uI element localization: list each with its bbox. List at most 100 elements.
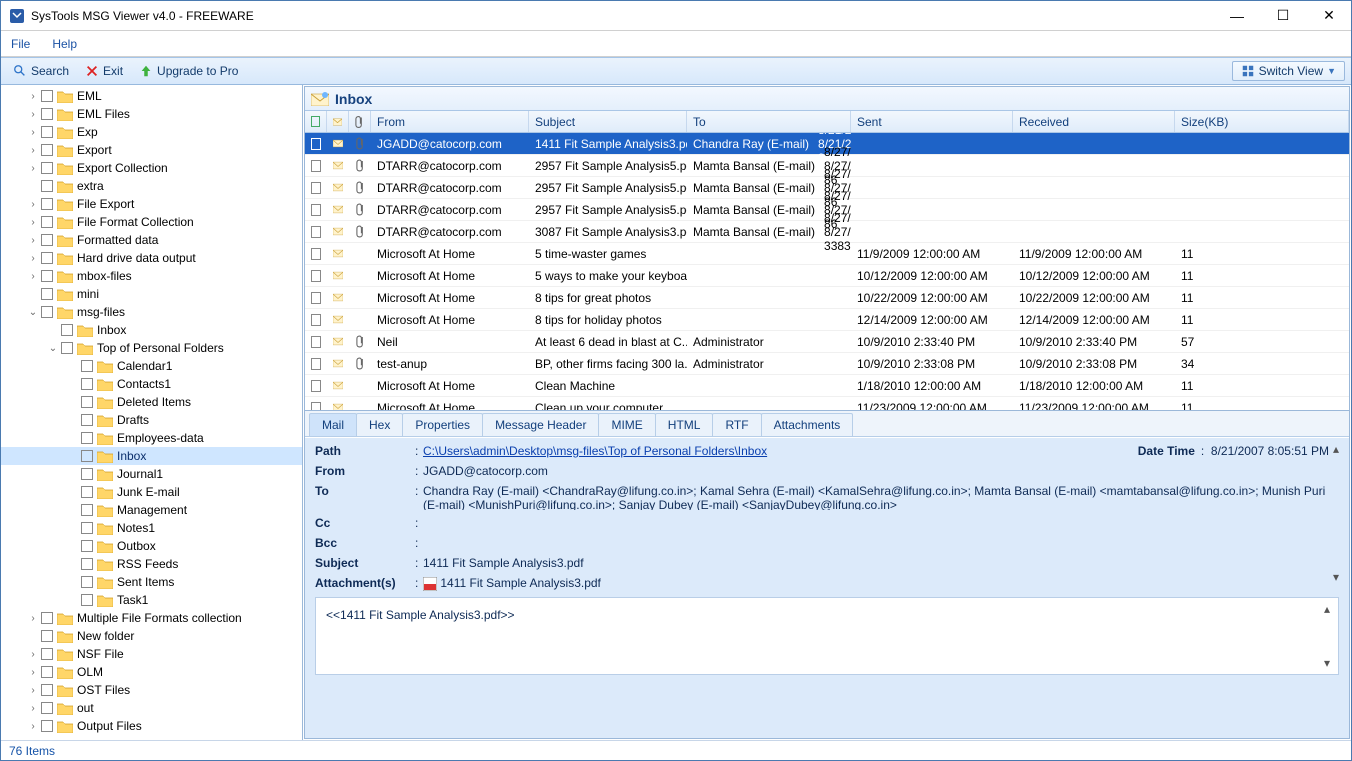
row-checkbox[interactable]: [311, 226, 321, 238]
expand-icon[interactable]: ⌄: [47, 343, 59, 354]
tree-item[interactable]: Deleted Items: [1, 393, 302, 411]
tree-checkbox[interactable]: [81, 486, 93, 498]
message-row[interactable]: Microsoft At Home8 tips for holiday phot…: [305, 309, 1349, 331]
tree-checkbox[interactable]: [81, 576, 93, 588]
tab-mail[interactable]: Mail: [309, 413, 357, 436]
row-checkbox[interactable]: [311, 160, 321, 172]
tab-hex[interactable]: Hex: [356, 413, 403, 436]
tree-checkbox[interactable]: [81, 468, 93, 480]
row-checkbox[interactable]: [311, 138, 321, 150]
tree-item[interactable]: RSS Feeds: [1, 555, 302, 573]
tree-checkbox[interactable]: [81, 360, 93, 372]
row-checkbox[interactable]: [311, 270, 321, 282]
tree-checkbox[interactable]: [41, 126, 53, 138]
tree-item[interactable]: ›Output Files: [1, 717, 302, 735]
expand-icon[interactable]: ›: [27, 91, 39, 102]
tree-checkbox[interactable]: [41, 216, 53, 228]
search-button[interactable]: Search: [7, 62, 75, 80]
menu-help[interactable]: Help: [52, 37, 77, 51]
maximize-button[interactable]: ☐: [1269, 6, 1297, 26]
tree-checkbox[interactable]: [81, 396, 93, 408]
tree-checkbox[interactable]: [61, 324, 73, 336]
tab-message-header[interactable]: Message Header: [482, 413, 599, 436]
tree-checkbox[interactable]: [41, 180, 53, 192]
row-checkbox[interactable]: [311, 292, 321, 304]
tree-item[interactable]: mini: [1, 285, 302, 303]
scroll-up-icon[interactable]: ▴: [1327, 440, 1345, 458]
tree-item[interactable]: ›OLM: [1, 663, 302, 681]
tree-item[interactable]: Drafts: [1, 411, 302, 429]
tree-item[interactable]: Journal1: [1, 465, 302, 483]
tree-checkbox[interactable]: [81, 594, 93, 606]
expand-icon[interactable]: ›: [27, 127, 39, 138]
tree-item[interactable]: Employees-data: [1, 429, 302, 447]
tab-attachments[interactable]: Attachments: [761, 413, 854, 436]
tab-properties[interactable]: Properties: [402, 413, 483, 436]
expand-icon[interactable]: ›: [27, 235, 39, 246]
expand-icon[interactable]: ›: [27, 685, 39, 696]
tree-checkbox[interactable]: [41, 108, 53, 120]
col-checkbox[interactable]: [305, 111, 327, 132]
row-checkbox[interactable]: [311, 380, 321, 392]
col-envelope-icon[interactable]: [327, 111, 349, 132]
message-row[interactable]: NeilAt least 6 dead in blast at C...Admi…: [305, 331, 1349, 353]
expand-icon[interactable]: ›: [27, 145, 39, 156]
tree-item[interactable]: New folder: [1, 627, 302, 645]
menu-file[interactable]: File: [11, 37, 30, 51]
tree-checkbox[interactable]: [41, 630, 53, 642]
tab-html[interactable]: HTML: [655, 413, 714, 436]
expand-icon[interactable]: ›: [27, 271, 39, 282]
tree-checkbox[interactable]: [41, 198, 53, 210]
tree-item[interactable]: ⌄msg-files: [1, 303, 302, 321]
tree-checkbox[interactable]: [81, 450, 93, 462]
tree-item[interactable]: Task1: [1, 591, 302, 609]
tree-checkbox[interactable]: [41, 234, 53, 246]
col-size[interactable]: Size(KB): [1175, 111, 1349, 132]
tree-checkbox[interactable]: [41, 702, 53, 714]
switch-view-button[interactable]: Switch View ▼: [1232, 61, 1345, 81]
tab-mime[interactable]: MIME: [598, 413, 655, 436]
tree-checkbox[interactable]: [81, 414, 93, 426]
tree-item[interactable]: ›Export: [1, 141, 302, 159]
row-checkbox[interactable]: [311, 336, 321, 348]
tree-checkbox[interactable]: [41, 90, 53, 102]
tree-checkbox[interactable]: [41, 144, 53, 156]
expand-icon[interactable]: ›: [27, 109, 39, 120]
message-list[interactable]: JGADD@catocorp.com1411 Fit Sample Analys…: [305, 133, 1349, 410]
tree-item[interactable]: ›File Format Collection: [1, 213, 302, 231]
row-checkbox[interactable]: [311, 358, 321, 370]
message-row[interactable]: Microsoft At HomeClean Machine1/18/2010 …: [305, 375, 1349, 397]
message-row[interactable]: Microsoft At Home5 ways to make your key…: [305, 265, 1349, 287]
tree-item[interactable]: Management: [1, 501, 302, 519]
tree-checkbox[interactable]: [41, 684, 53, 696]
col-to[interactable]: To: [687, 111, 851, 132]
preview-scroll-up-icon[interactable]: ▴: [1318, 600, 1336, 618]
expand-icon[interactable]: ›: [27, 613, 39, 624]
tree-item[interactable]: Contacts1: [1, 375, 302, 393]
path-value[interactable]: C:\Users\admin\Desktop\msg-files\Top of …: [423, 444, 767, 458]
tree-checkbox[interactable]: [81, 378, 93, 390]
tree-item[interactable]: ›File Export: [1, 195, 302, 213]
tree-checkbox[interactable]: [41, 612, 53, 624]
tree-checkbox[interactable]: [81, 522, 93, 534]
tree-item[interactable]: Junk E-mail: [1, 483, 302, 501]
tree-item[interactable]: ›Hard drive data output: [1, 249, 302, 267]
row-checkbox[interactable]: [311, 402, 321, 411]
tree-checkbox[interactable]: [41, 666, 53, 678]
expand-icon[interactable]: ›: [27, 721, 39, 732]
row-checkbox[interactable]: [311, 248, 321, 260]
close-button[interactable]: ✕: [1315, 6, 1343, 26]
message-row[interactable]: Microsoft At HomeClean up your computer1…: [305, 397, 1349, 410]
col-subject[interactable]: Subject: [529, 111, 687, 132]
expand-icon[interactable]: ›: [27, 703, 39, 714]
tree-item[interactable]: ›OST Files: [1, 681, 302, 699]
row-checkbox[interactable]: [311, 314, 321, 326]
col-received[interactable]: Received: [1013, 111, 1175, 132]
tree-checkbox[interactable]: [41, 306, 53, 318]
tree-item[interactable]: Notes1: [1, 519, 302, 537]
tree-item[interactable]: Outbox: [1, 537, 302, 555]
tree-item[interactable]: ›mbox-files: [1, 267, 302, 285]
tree-checkbox[interactable]: [41, 270, 53, 282]
message-row[interactable]: DTARR@catocorp.com3087 Fit Sample Analys…: [305, 221, 1349, 243]
tree-checkbox[interactable]: [41, 720, 53, 732]
